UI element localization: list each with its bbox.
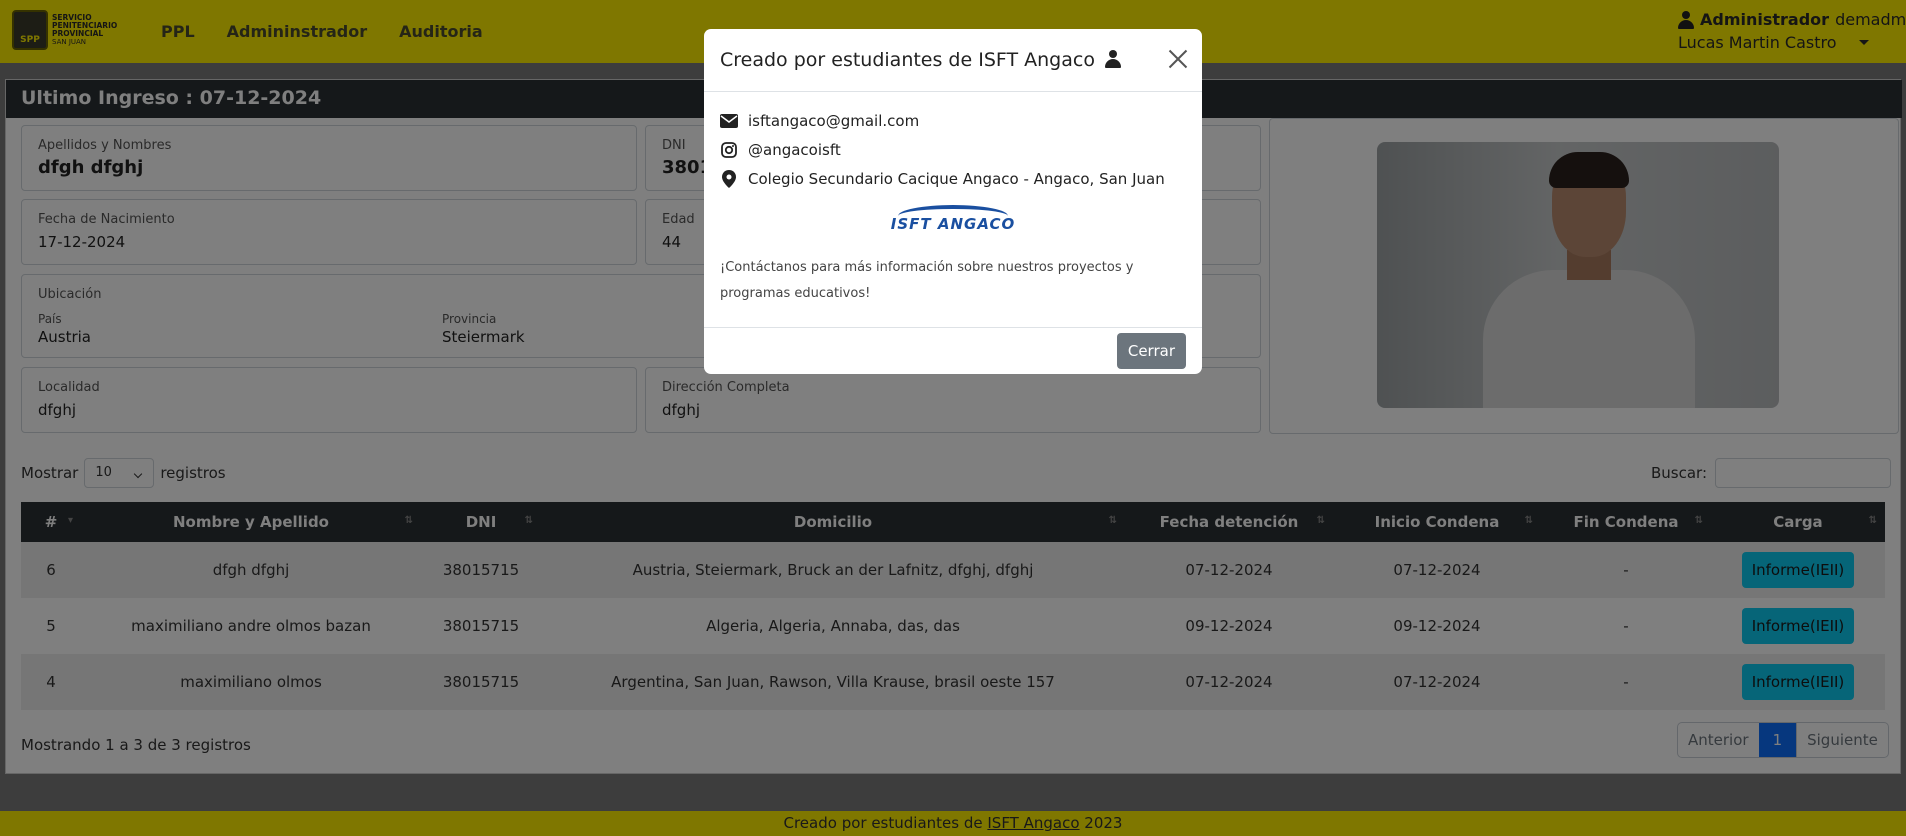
email-text[interactable]: isftangaco@gmail.com — [748, 112, 919, 130]
contact-address: Colegio Secundario Cacique Angaco - Anga… — [720, 164, 1186, 193]
contact-instagram: @angacoisft — [720, 135, 1186, 164]
logo-text: ISFT ANGACO — [890, 215, 1016, 233]
modal-message: ¡Contáctanos para más información sobre … — [720, 260, 1134, 301]
instagram-icon — [720, 141, 738, 159]
user-icon — [1105, 50, 1121, 68]
close-icon[interactable] — [1168, 49, 1188, 69]
modal-body: isftangaco@gmail.com @angacoisft Colegio… — [704, 92, 1202, 307]
envelope-icon — [720, 112, 738, 130]
credits-modal: Creado por estudiantes de ISFT Angaco is… — [704, 29, 1202, 374]
instagram-text[interactable]: @angacoisft — [748, 141, 841, 159]
modal-header: Creado por estudiantes de ISFT Angaco — [704, 29, 1202, 92]
modal-footer: Cerrar — [704, 327, 1202, 374]
map-pin-icon — [720, 169, 738, 188]
isft-logo: ISFT ANGACO — [720, 205, 1186, 253]
modal-title: Creado por estudiantes de ISFT Angaco — [720, 49, 1121, 71]
address-text: Colegio Secundario Cacique Angaco - Anga… — [748, 169, 1165, 188]
close-button[interactable]: Cerrar — [1116, 333, 1186, 369]
contact-email: isftangaco@gmail.com — [720, 106, 1186, 135]
